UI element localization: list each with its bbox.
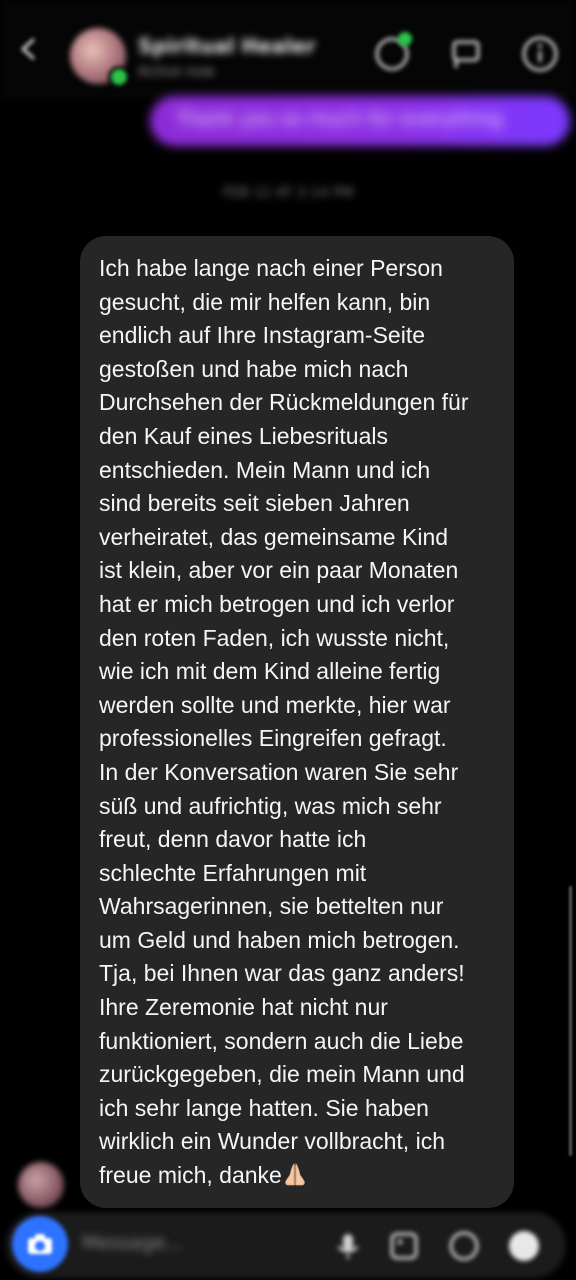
message-line: hat er mich betrogen und ich verlor — [99, 590, 455, 617]
message-line: zurückgegeben, die mein Mann und — [99, 1061, 465, 1088]
online-status-dot — [108, 66, 130, 88]
info-icon[interactable] — [520, 34, 560, 74]
flag-icon[interactable] — [446, 34, 486, 74]
message-line: entschieden. Mein Mann und ich — [99, 456, 431, 483]
contact-status: Active now — [138, 64, 215, 80]
scrollbar[interactable] — [569, 886, 572, 1156]
sticker-icon[interactable] — [444, 1226, 484, 1266]
contact-name[interactable]: Spiritual Healer — [138, 34, 316, 58]
message-last-text: freue mich, danke — [99, 1162, 282, 1189]
message-line: schlechte Erfahrungen mit — [99, 859, 367, 886]
message-line: Wahrsagerinnen, sie bettelten nur — [99, 893, 444, 920]
message-line: verheiratet, das gemeinsame Kind — [99, 523, 449, 550]
message-line: sind bereits seit sieben Jahren — [99, 490, 410, 517]
message-line: Tja, bei Ihnen war das ganz anders! — [99, 960, 465, 987]
gallery-icon[interactable] — [384, 1226, 424, 1266]
message-line: süß und aufrichtig, was mich sehr — [99, 792, 442, 819]
message-line: endlich auf Ihre Instagram-Seite — [99, 322, 426, 349]
message-line: wie ich mit dem Kind alleine fertig — [99, 658, 441, 685]
message-timestamp: FEB 12 AT 2:14 PM — [222, 185, 354, 201]
incoming-message-text: Ich habe lange nach einer Person gesucht… — [99, 252, 499, 1193]
message-line: gesucht, die mir helfen kann, bin — [99, 288, 431, 315]
message-line: den roten Faden, ich wusste nicht, — [99, 624, 450, 651]
sender-avatar[interactable] — [18, 1162, 64, 1208]
message-line: den Kauf eines Liebesrituals — [99, 422, 388, 449]
message-line: In der Konversation waren Sie sehr — [99, 758, 459, 785]
message-line: professionelles Eingreifen gefragt. — [99, 725, 447, 752]
message-line: Ihre Zeremonie hat nicht nur — [99, 994, 388, 1021]
message-line: gestoßen und habe mich nach — [99, 355, 409, 382]
message-input[interactable]: Message... — [82, 1232, 183, 1254]
praying-hands-icon — [285, 1163, 305, 1186]
video-active-dot — [398, 32, 412, 46]
message-line: ich sehr lange hatten. Sie haben — [99, 1094, 429, 1121]
message-line: Durchsehen der Rückmeldungen für — [99, 389, 469, 416]
message-line: ist klein, aber vor ein paar Monaten — [99, 557, 459, 584]
message-line: werden sollte und merkte, hier war — [99, 691, 451, 718]
back-arrow-icon[interactable] — [18, 38, 40, 60]
message-line: um Geld und haben mich betrogen. — [99, 926, 460, 953]
message-line: Ich habe lange nach einer Person — [99, 255, 443, 281]
message-line: wirklich ein Wunder vollbracht, ich — [99, 1128, 445, 1155]
outgoing-message-text: Thank you so much for everything — [176, 108, 503, 130]
message-line: funktioniert, sondern auch die Liebe — [99, 1027, 464, 1054]
camera-icon — [28, 1234, 52, 1254]
microphone-icon[interactable] — [328, 1226, 368, 1266]
message-line-last: freue mich, danke — [99, 1159, 499, 1193]
message-line: freut, denn davor hatte ich — [99, 826, 367, 853]
heart-icon[interactable] — [504, 1226, 544, 1266]
